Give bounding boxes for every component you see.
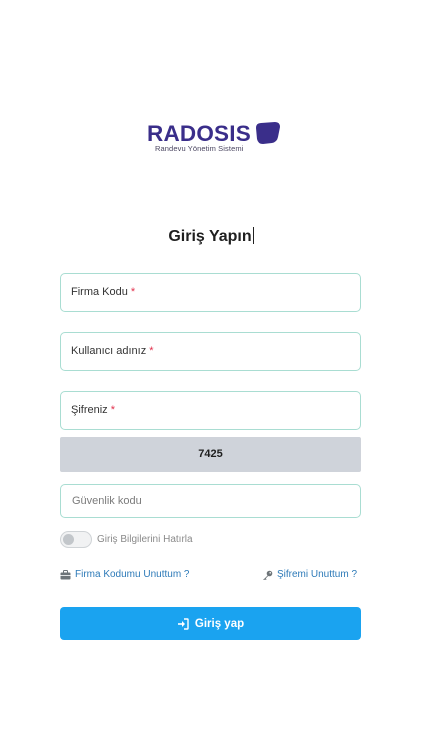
forgot-password-text: Şifremi Unuttum ? bbox=[277, 569, 358, 580]
forgot-company-code-link[interactable]: Firma Kodumu Unuttum ? bbox=[60, 568, 190, 582]
sign-in-icon bbox=[177, 617, 189, 630]
company-code-label-text: Firma Kodu bbox=[71, 286, 128, 298]
password-field[interactable]: Şifreniz * bbox=[60, 391, 361, 430]
password-label: Şifreniz * bbox=[71, 403, 115, 418]
brand-logo: RADOSIS Randevu Yönetim Sistemi bbox=[146, 119, 286, 159]
briefcase-icon bbox=[60, 570, 71, 580]
password-label-text: Şifreniz bbox=[71, 404, 108, 416]
company-code-field[interactable]: Firma Kodu * bbox=[60, 273, 361, 312]
text-caret bbox=[252, 227, 254, 244]
login-button[interactable]: Giriş yap bbox=[60, 607, 361, 640]
captcha-code: 7425 bbox=[60, 437, 361, 472]
required-mark: * bbox=[149, 345, 154, 357]
username-label: Kullanıcı adınız * bbox=[71, 344, 154, 359]
required-mark: * bbox=[110, 404, 115, 416]
toggle-knob bbox=[63, 534, 74, 545]
logo-mark-icon bbox=[256, 122, 280, 144]
remember-toggle[interactable] bbox=[60, 531, 92, 548]
key-icon bbox=[263, 570, 273, 580]
forgot-company-code-text: Firma Kodumu Unuttum ? bbox=[75, 569, 190, 580]
page-title: Giriş Yapın bbox=[0, 227, 422, 247]
username-label-text: Kullanıcı adınız bbox=[71, 345, 147, 357]
required-mark: * bbox=[130, 286, 136, 298]
company-code-label: Firma Kodu * bbox=[71, 285, 135, 300]
logo-tagline: Randevu Yönetim Sistemi bbox=[155, 144, 244, 153]
username-field[interactable]: Kullanıcı adınız * bbox=[60, 332, 361, 371]
remember-label[interactable]: Giriş Bilgilerini Hatırla bbox=[97, 533, 193, 546]
login-button-label: Giriş yap bbox=[194, 617, 245, 630]
page-title-text: Giriş Yapın bbox=[168, 228, 252, 245]
security-code-input[interactable] bbox=[60, 484, 361, 518]
forgot-password-link[interactable]: Şifremi Unuttum ? bbox=[262, 568, 357, 582]
